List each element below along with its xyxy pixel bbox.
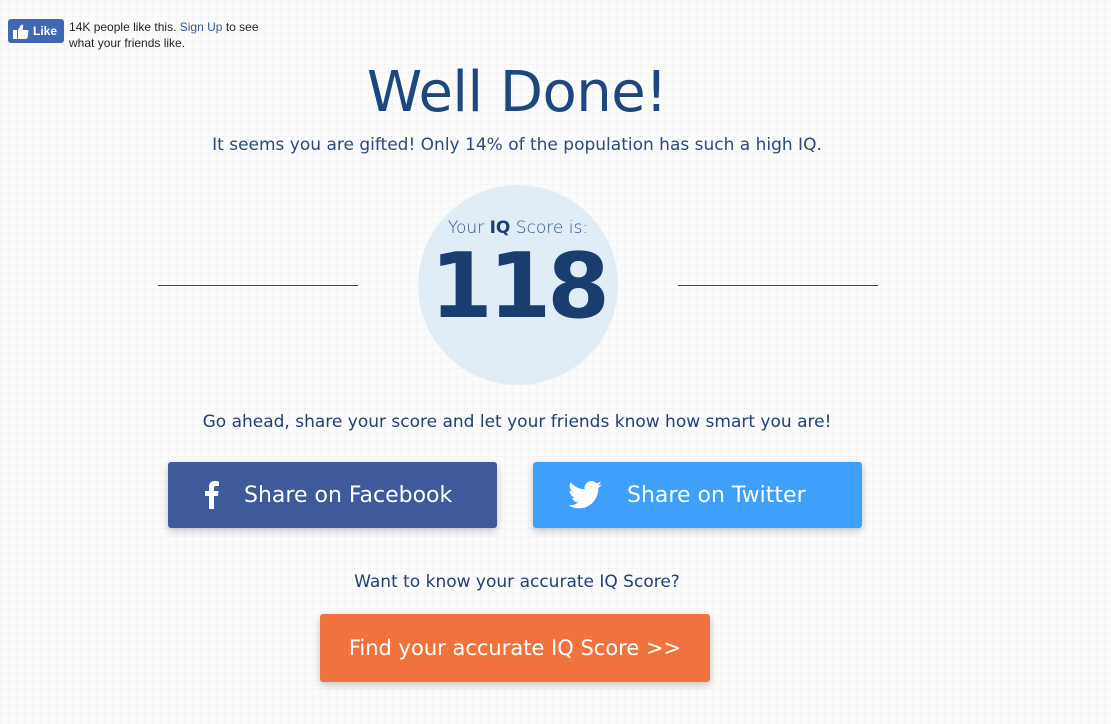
accurate-score-prompt: Want to know your accurate IQ Score? — [354, 572, 680, 592]
find-accurate-iq-label: Find your accurate IQ Score >> — [348, 636, 682, 660]
share-twitter-button[interactable]: Share on Twitter — [533, 462, 862, 528]
divider-left — [158, 285, 358, 286]
page-title: Well Done! — [366, 60, 668, 125]
facebook-like-summary: 14K people like this. Sign Up to see wha… — [69, 19, 269, 51]
find-accurate-iq-button[interactable]: Find your accurate IQ Score >> — [320, 614, 710, 682]
share-facebook-label: Share on Facebook — [244, 482, 453, 508]
share-facebook-button[interactable]: Share on Facebook — [168, 462, 497, 528]
facebook-icon — [182, 481, 242, 509]
share-twitter-label: Share on Twitter — [627, 482, 806, 508]
thumbs-up-icon — [13, 24, 29, 39]
twitter-icon — [555, 481, 615, 509]
like-count-text: 14K people like this. — [69, 20, 177, 34]
facebook-like-widget: Like 14K people like this. Sign Up to se… — [8, 19, 269, 51]
score-circle: Your IQ Score is: 118 — [418, 185, 618, 385]
share-prompt: Go ahead, share your score and let your … — [202, 412, 832, 432]
iq-score-value: 118 — [430, 234, 610, 339]
divider-right — [678, 285, 878, 286]
facebook-like-button[interactable]: Like — [8, 19, 65, 43]
like-button-label: Like — [33, 24, 58, 38]
facebook-signup-link[interactable]: Sign Up — [180, 20, 223, 34]
result-subtitle: It seems you are gifted! Only 14% of the… — [212, 135, 822, 155]
